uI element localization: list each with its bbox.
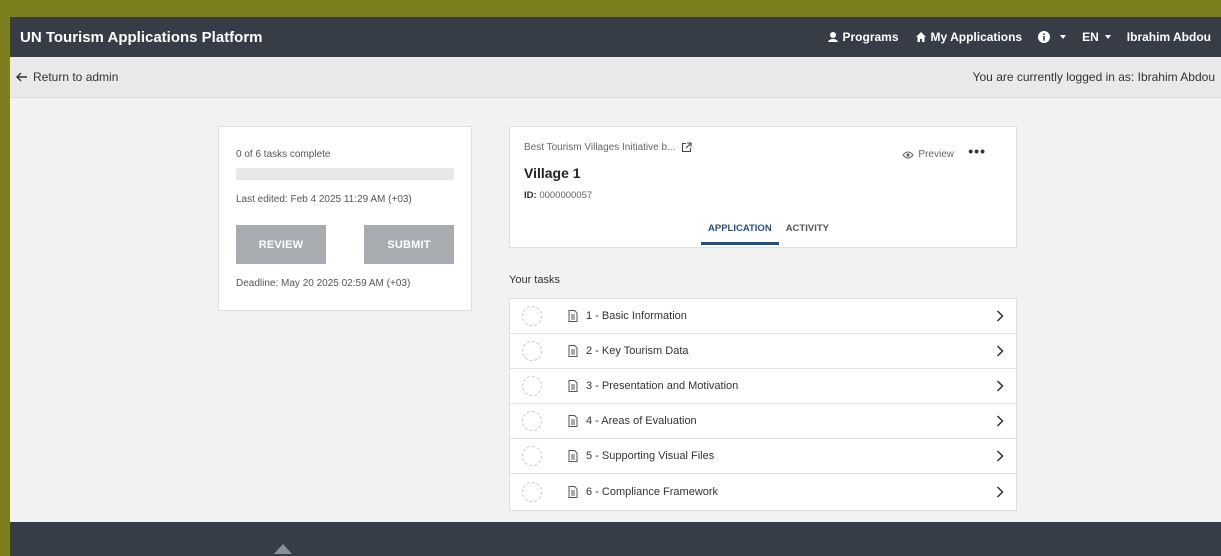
chevron-right-icon	[996, 415, 1004, 427]
language-label: EN	[1082, 30, 1099, 44]
task-row-supporting-visual-files[interactable]: 5 - Supporting Visual Files	[510, 439, 1016, 474]
task-label: 1 - Basic Information	[586, 310, 687, 322]
my-applications-label: My Applications	[930, 30, 1023, 44]
progress-bar	[236, 168, 454, 180]
application-id-value: 0000000057	[539, 190, 593, 201]
tasks-complete-text: 0 of 6 tasks complete	[236, 149, 331, 160]
document-icon	[568, 450, 578, 462]
external-link-icon	[682, 142, 692, 153]
arrow-left-icon	[16, 72, 27, 82]
footer	[10, 522, 1221, 556]
platform-title[interactable]: UN Tourism Applications Platform	[20, 29, 263, 46]
application-tabs: APPLICATION ACTIVITY	[701, 223, 836, 245]
preview-label: Preview	[918, 149, 954, 160]
preview-button[interactable]: Preview	[902, 149, 954, 160]
document-icon	[568, 345, 578, 357]
chevron-down-icon	[1060, 35, 1067, 39]
status-circle-icon	[522, 446, 542, 466]
document-icon	[568, 310, 578, 322]
top-nav: Programs My Applications EN Ibrahim Abdo…	[811, 30, 1211, 44]
status-circle-icon	[522, 376, 542, 396]
tab-application[interactable]: APPLICATION	[701, 223, 779, 245]
status-circle-icon	[522, 306, 542, 326]
return-to-admin-link[interactable]: Return to admin	[16, 70, 118, 84]
action-buttons: REVIEW SUBMIT	[236, 225, 454, 264]
task-label: 4 - Areas of Evaluation	[586, 415, 697, 427]
task-label: 2 - Key Tourism Data	[586, 345, 689, 357]
language-menu[interactable]: EN	[1082, 30, 1111, 44]
deadline-text: Deadline: May 20 2025 02:59 AM (+03)	[236, 278, 411, 289]
eye-icon	[902, 151, 915, 158]
my-applications-link[interactable]: My Applications	[915, 30, 1023, 44]
tab-activity[interactable]: ACTIVITY	[779, 223, 836, 245]
application-header-card: Best Tourism Villages Initiative b... Vi…	[509, 126, 1017, 248]
task-label: 3 - Presentation and Motivation	[586, 380, 739, 392]
chevron-right-icon	[996, 485, 1004, 498]
task-label: 5 - Supporting Visual Files	[586, 450, 715, 462]
programs-link[interactable]: Programs	[827, 30, 899, 44]
programs-label: Programs	[842, 30, 899, 44]
logged-in-as-text: You are currently logged in as: Ibrahim …	[972, 70, 1215, 84]
programs-icon	[827, 32, 838, 42]
task-row-basic-information[interactable]: 1 - Basic Information	[510, 299, 1016, 334]
application-id: ID: 0000000057	[524, 190, 1002, 201]
return-to-admin-label: Return to admin	[33, 70, 119, 84]
logo-icon	[274, 544, 292, 554]
chevron-right-icon	[996, 380, 1004, 392]
chevron-right-icon	[996, 345, 1004, 357]
last-edited-text: Last edited: Feb 4 2025 11:29 AM (+03)	[236, 194, 412, 205]
progress-card: 0 of 6 tasks complete Last edited: Feb 4…	[218, 126, 472, 311]
main-content: 0 of 6 tasks complete Last edited: Feb 4…	[10, 98, 1221, 522]
info-icon	[1038, 31, 1051, 43]
program-name: Best Tourism Villages Initiative b...	[524, 142, 676, 153]
user-menu[interactable]: Ibrahim Abdou	[1127, 30, 1211, 44]
task-label: 6 - Compliance Framework	[586, 485, 719, 498]
task-list: 1 - Basic Information 2 - Key Tourism Da…	[509, 298, 1017, 511]
task-row-compliance-framework[interactable]: 6 - Compliance Framework	[510, 474, 1016, 509]
document-icon	[568, 380, 578, 392]
application-id-label: ID:	[524, 190, 537, 201]
task-row-presentation-and-motivation[interactable]: 3 - Presentation and Motivation	[510, 369, 1016, 404]
task-row-key-tourism-data[interactable]: 2 - Key Tourism Data	[510, 334, 1016, 369]
tasks-heading: Your tasks	[509, 274, 560, 286]
application-title: Village 1	[524, 165, 581, 181]
status-circle-icon	[522, 411, 542, 431]
document-icon	[568, 415, 578, 427]
user-name: Ibrahim Abdou	[1126, 30, 1211, 44]
submit-button[interactable]: SUBMIT	[364, 225, 454, 264]
more-options-button[interactable]: •••	[968, 143, 986, 159]
status-circle-icon	[522, 341, 542, 361]
chevron-down-icon	[1104, 35, 1111, 39]
status-circle-icon	[522, 481, 542, 502]
app-window: UN Tourism Applications Platform Program…	[10, 17, 1221, 556]
task-row-areas-of-evaluation[interactable]: 4 - Areas of Evaluation	[510, 404, 1016, 439]
document-icon	[568, 485, 578, 498]
home-icon	[915, 32, 926, 42]
admin-bar: Return to admin You are currently logged…	[10, 57, 1221, 98]
info-menu[interactable]	[1038, 31, 1067, 43]
chevron-right-icon	[996, 310, 1004, 322]
review-button[interactable]: REVIEW	[236, 225, 326, 264]
chevron-right-icon	[996, 450, 1004, 462]
top-navbar: UN Tourism Applications Platform Program…	[10, 17, 1221, 57]
